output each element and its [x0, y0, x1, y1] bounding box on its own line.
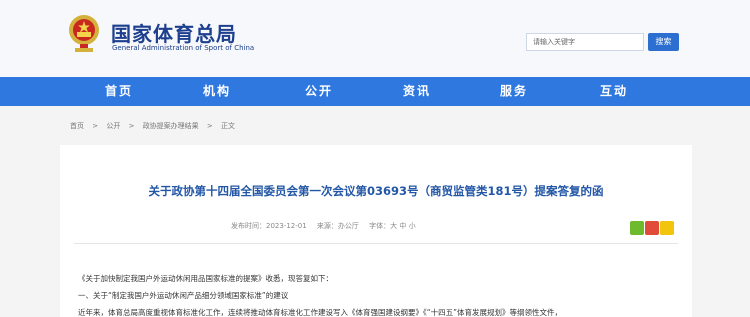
article-paragraph: 《关于加快制定我国户外运动休闲用品国家标准的提案》收悉，现答复如下： [78, 274, 333, 283]
nav-item-home[interactable]: 首页 [105, 77, 133, 106]
breadcrumb: 首页 > 公开 > 政协提案办理结果 > 正文 [70, 121, 241, 131]
breadcrumb-proposals[interactable]: 政协提案办理结果 [143, 122, 199, 130]
weibo-share-icon[interactable] [645, 221, 659, 235]
nav-item-public[interactable]: 公开 [305, 77, 333, 106]
nav-item-interaction[interactable]: 互动 [600, 77, 628, 106]
nav-item-services[interactable]: 服务 [500, 77, 528, 106]
search-button[interactable]: 搜索 [648, 33, 679, 51]
article-paragraph: 近年来，体育总局高度重视体育标准化工作，连续将推动体育标准化工作建设写入《体育强… [78, 308, 563, 317]
main-nav: 首页 机构 公开 资讯 服务 互动 [0, 77, 750, 106]
breadcrumb-separator: > [92, 122, 99, 130]
qzone-share-icon[interactable] [660, 221, 674, 235]
nav-item-news[interactable]: 资讯 [403, 77, 431, 106]
site-header: 国家体育总局 General Administration of Sport o… [0, 0, 750, 77]
site-subtitle: General Administration of Sport of China [112, 44, 255, 52]
article-paragraph: 一、关于“制定我国户外运动休闲产品细分领域国家标准”的建议 [78, 291, 289, 300]
wechat-share-icon[interactable] [630, 221, 644, 235]
font-size-controls[interactable]: 字体：大 中 小 [369, 222, 415, 230]
divider [74, 243, 678, 244]
article-source: 来源：办公厅 [316, 222, 359, 230]
breadcrumb-separator: > [128, 122, 135, 130]
site-title[interactable]: 国家体育总局 [111, 18, 237, 47]
breadcrumb-separator: > [206, 122, 213, 130]
breadcrumb-current: 正文 [221, 122, 236, 130]
national-emblem-icon [69, 15, 99, 52]
nav-item-organization[interactable]: 机构 [203, 77, 231, 106]
breadcrumb-home[interactable]: 首页 [70, 122, 84, 130]
article-title: 关于政协第十四届全国委员会第一次会议第03693号（商贸监管类181号）提案答复… [148, 184, 604, 198]
article-panel: 关于政协第十四届全国委员会第一次会议第03693号（商贸监管类181号）提案答复… [60, 145, 692, 317]
breadcrumb-public[interactable]: 公开 [106, 122, 120, 130]
search-input[interactable]: 请输入关键字 [526, 33, 644, 51]
publish-date: 发布时间：2023-12-01 [231, 222, 307, 230]
article-meta: 发布时间：2023-12-01 来源：办公厅 字体：大 中 小 [231, 221, 424, 231]
